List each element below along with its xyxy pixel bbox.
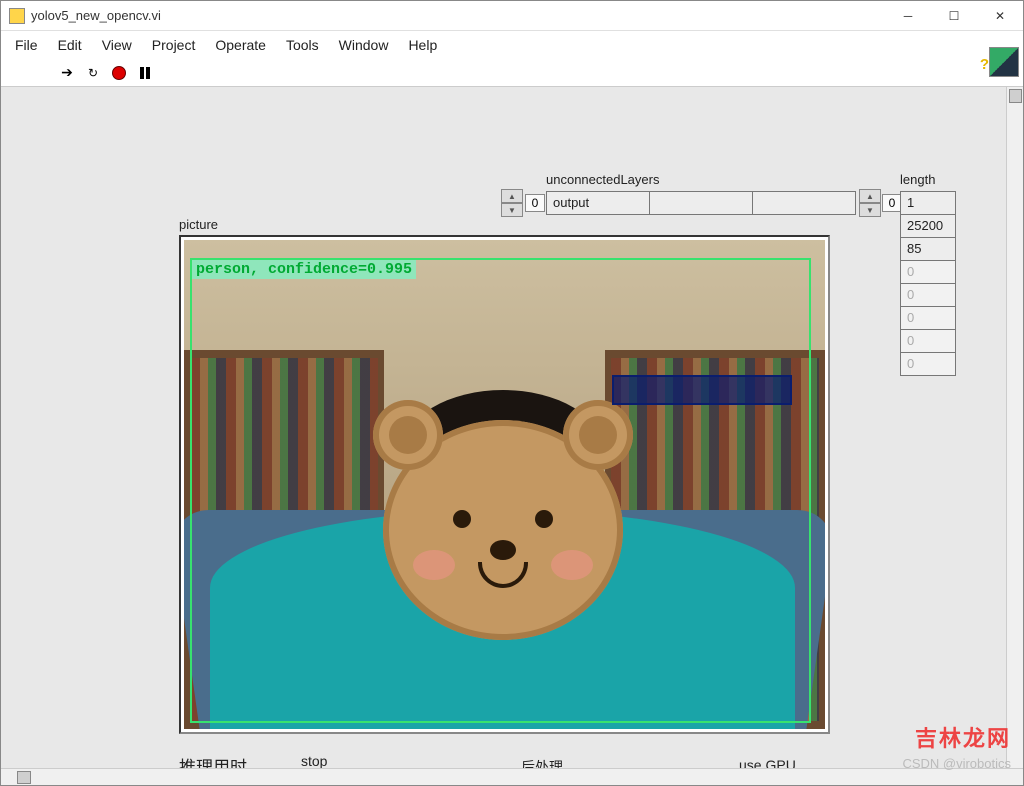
length-index-value[interactable]: 0	[882, 194, 902, 212]
picture-label: picture	[179, 217, 218, 232]
length-cell-5[interactable]: 0	[900, 306, 956, 330]
spinner-down-icon[interactable]: ▼	[501, 203, 523, 217]
close-button[interactable]: ✕	[977, 1, 1023, 31]
camera-frame: person, confidence=0.995	[184, 240, 825, 729]
watermark-credit: CSDN @virobotics	[902, 756, 1011, 771]
detection-label: person, confidence=0.995	[192, 260, 416, 279]
window-controls: ─ ☐ ✕	[885, 1, 1023, 31]
watermark-text: 吉林龙网	[915, 721, 1011, 753]
context-help-icon[interactable]: ?	[980, 56, 989, 73]
run-toolbar: ➔ ↻	[1, 59, 1023, 87]
window-title: yolov5_new_opencv.vi	[31, 8, 885, 23]
layer-cell-0[interactable]: output	[547, 192, 650, 214]
layer-cell-1[interactable]	[650, 192, 753, 214]
length-cell-0[interactable]: 1	[900, 191, 956, 215]
stop-label: stop	[301, 753, 327, 769]
spinner-up-icon[interactable]: ▲	[859, 189, 881, 203]
unconnected-layers-array: output	[546, 191, 856, 215]
run-continuous-button[interactable]: ↻	[83, 63, 103, 83]
labview-icon[interactable]	[989, 47, 1019, 77]
length-cell-3[interactable]: 0	[900, 260, 956, 284]
vertical-scrollbar[interactable]	[1006, 87, 1023, 768]
length-cell-1[interactable]: 25200	[900, 214, 956, 238]
menu-operate[interactable]: Operate	[205, 33, 276, 57]
menu-tools[interactable]: Tools	[276, 33, 329, 57]
menu-window[interactable]: Window	[329, 33, 399, 57]
unconnected-layers-label: unconnectedLayers	[546, 172, 659, 187]
layers-index-value[interactable]: 0	[525, 194, 545, 212]
spinner-up-icon[interactable]: ▲	[501, 189, 523, 203]
menu-file[interactable]: File	[5, 33, 48, 57]
run-continuous-icon: ↻	[88, 66, 98, 80]
pause-icon	[140, 67, 150, 79]
scroll-up-icon[interactable]	[1009, 89, 1022, 103]
abort-icon	[112, 66, 126, 80]
length-cell-2[interactable]: 85	[900, 237, 956, 261]
length-label: length	[900, 172, 935, 187]
menu-help[interactable]: Help	[398, 33, 447, 57]
menu-view[interactable]: View	[92, 33, 142, 57]
length-cell-7[interactable]: 0	[900, 352, 956, 376]
length-cell-4[interactable]: 0	[900, 283, 956, 307]
abort-button[interactable]	[109, 63, 129, 83]
detection-bounding-box: person, confidence=0.995	[190, 258, 811, 723]
maximize-button[interactable]: ☐	[931, 1, 977, 31]
spinner-down-icon[interactable]: ▼	[859, 203, 881, 217]
length-cell-6[interactable]: 0	[900, 329, 956, 353]
secondary-detection-box	[612, 375, 792, 405]
run-button[interactable]: ➔	[57, 63, 77, 83]
title-bar: yolov5_new_opencv.vi ─ ☐ ✕	[1, 1, 1023, 31]
length-index-spinner[interactable]: ▲ ▼	[859, 189, 881, 217]
scroll-left-icon[interactable]	[17, 771, 31, 784]
layer-cell-2[interactable]	[753, 192, 855, 214]
menu-edit[interactable]: Edit	[48, 33, 92, 57]
minimize-button[interactable]: ─	[885, 1, 931, 31]
app-icon	[9, 8, 25, 24]
horizontal-scrollbar[interactable]	[1, 768, 1023, 785]
layers-index-spinner[interactable]: ▲ ▼	[501, 189, 523, 217]
picture-indicator: person, confidence=0.995	[179, 235, 830, 734]
menu-bar: File Edit View Project Operate Tools Win…	[1, 31, 1023, 59]
pause-button[interactable]	[135, 63, 155, 83]
menu-project[interactable]: Project	[142, 33, 206, 57]
app-window: yolov5_new_opencv.vi ─ ☐ ✕ File Edit Vie…	[0, 0, 1024, 786]
length-array: 1 25200 85 0 0 0 0 0	[900, 191, 956, 375]
run-arrow-icon: ➔	[61, 64, 73, 81]
front-panel: unconnectedLayers ▲ ▼ 0 output ▲ ▼ 0 len…	[1, 87, 1023, 785]
